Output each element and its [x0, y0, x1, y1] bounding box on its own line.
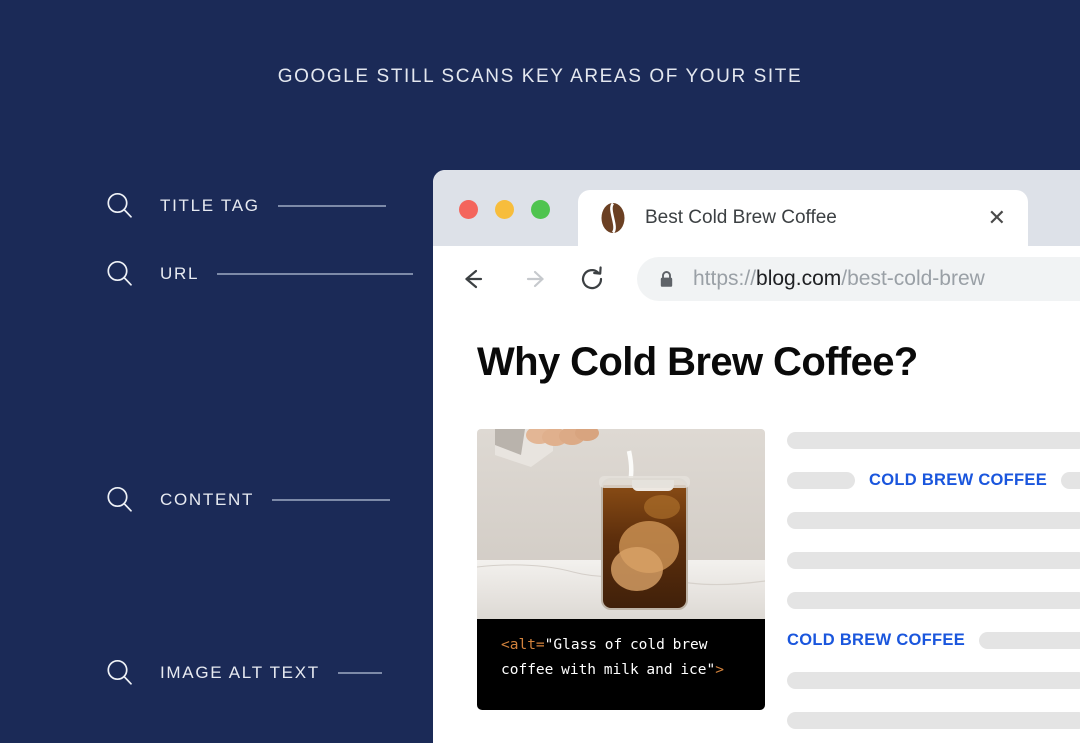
placeholder-bar	[787, 671, 1080, 689]
url-text: https://blog.com/best-cold-brew	[693, 267, 985, 291]
lock-icon	[659, 270, 674, 288]
close-icon[interactable]: ✕	[988, 207, 1006, 229]
text-row	[787, 591, 1080, 609]
placeholder-bar	[787, 431, 1080, 449]
placeholder-bar	[787, 711, 1080, 729]
alt-text-code-block: <alt="Glass of cold brew coffee with mil…	[477, 619, 765, 710]
close-dot[interactable]	[459, 200, 478, 219]
text-row	[787, 511, 1080, 529]
text-row	[787, 551, 1080, 569]
keyword-link[interactable]: COLD BREW COFFEE	[869, 471, 1047, 490]
url-path: /best-cold-brew	[841, 267, 985, 290]
sidebar-item-content[interactable]: CONTENT	[105, 483, 425, 517]
search-icon	[105, 658, 135, 688]
minimize-dot[interactable]	[495, 200, 514, 219]
alt-tag-close: >	[715, 662, 724, 679]
text-row: COLD BREW COFFEE	[787, 631, 1080, 649]
sidebar-item-label: URL	[160, 264, 200, 283]
article-figure: <alt="Glass of cold brew coffee with mil…	[477, 429, 765, 743]
text-row	[787, 431, 1080, 449]
arrow-left-icon[interactable]	[457, 264, 487, 294]
maximize-dot[interactable]	[531, 200, 550, 219]
coffee-bean-icon	[600, 202, 626, 234]
placeholder-bar	[787, 551, 1080, 569]
alt-code-line-1: <alt="Glass of cold brew	[501, 633, 749, 658]
text-row	[787, 711, 1080, 729]
alt-text-part1: "Glass of cold brew	[544, 637, 708, 653]
coffee-photo	[477, 429, 765, 619]
sidebar-item-url[interactable]: URL	[105, 257, 425, 291]
sidebar-item-label: CONTENT	[160, 490, 255, 509]
connector-line	[217, 273, 414, 275]
placeholder-bar	[1061, 471, 1080, 489]
text-row: COLD BREW COFFEE	[787, 471, 1080, 489]
connector-line	[277, 205, 386, 207]
alt-text-part2: coffee with milk and ice"	[501, 662, 716, 679]
browser-titlebar: Best Cold Brew Coffee ✕	[433, 170, 1080, 246]
sidebar-item-label: IMAGE ALT TEXT	[160, 663, 320, 682]
article-body: <alt="Glass of cold brew coffee with mil…	[477, 429, 1080, 743]
sidebar-item-title-tag[interactable]: TITLE TAG	[105, 189, 425, 223]
alt-code-line-2: coffee with milk and ice">	[501, 658, 749, 683]
sidebar-item-label: TITLE TAG	[160, 196, 260, 215]
tab-title: Best Cold Brew Coffee	[645, 207, 837, 228]
keyword-link[interactable]: COLD BREW COFFEE	[787, 631, 965, 650]
placeholder-bar	[787, 511, 1080, 529]
placeholder-bar	[787, 471, 855, 489]
browser-tab[interactable]: Best Cold Brew Coffee ✕	[578, 190, 1028, 246]
placeholder-bar	[787, 591, 1080, 609]
search-icon	[105, 191, 135, 221]
browser-toolbar: https://blog.com/best-cold-brew	[433, 246, 1080, 312]
arrow-right-icon[interactable]	[517, 264, 547, 294]
url-host: blog.com	[756, 267, 842, 290]
web-page-content: Why Cold Brew Coffee? <alt="Glass of col…	[433, 312, 1080, 743]
alt-tag-open: <alt=	[501, 637, 545, 653]
connector-line	[337, 672, 382, 674]
placeholder-bar	[979, 631, 1080, 649]
page-headline: GOOGLE STILL SCANS KEY AREAS OF YOUR SIT…	[277, 66, 803, 87]
search-icon	[105, 485, 135, 515]
browser-window: Best Cold Brew Coffee ✕ https://blog.com…	[433, 170, 1080, 743]
text-row	[787, 671, 1080, 689]
address-bar[interactable]: https://blog.com/best-cold-brew	[637, 257, 1080, 301]
url-scheme: https://	[693, 267, 757, 290]
search-icon	[105, 259, 135, 289]
article-text-column: COLD BREW COFFEE COLD BREW COFFEE	[787, 429, 1080, 743]
sidebar-item-image-alt-text[interactable]: IMAGE ALT TEXT	[105, 656, 425, 690]
connector-line	[272, 499, 391, 501]
reload-icon[interactable]	[577, 264, 607, 294]
page-title: Why Cold Brew Coffee?	[477, 340, 918, 384]
window-controls	[459, 200, 550, 219]
